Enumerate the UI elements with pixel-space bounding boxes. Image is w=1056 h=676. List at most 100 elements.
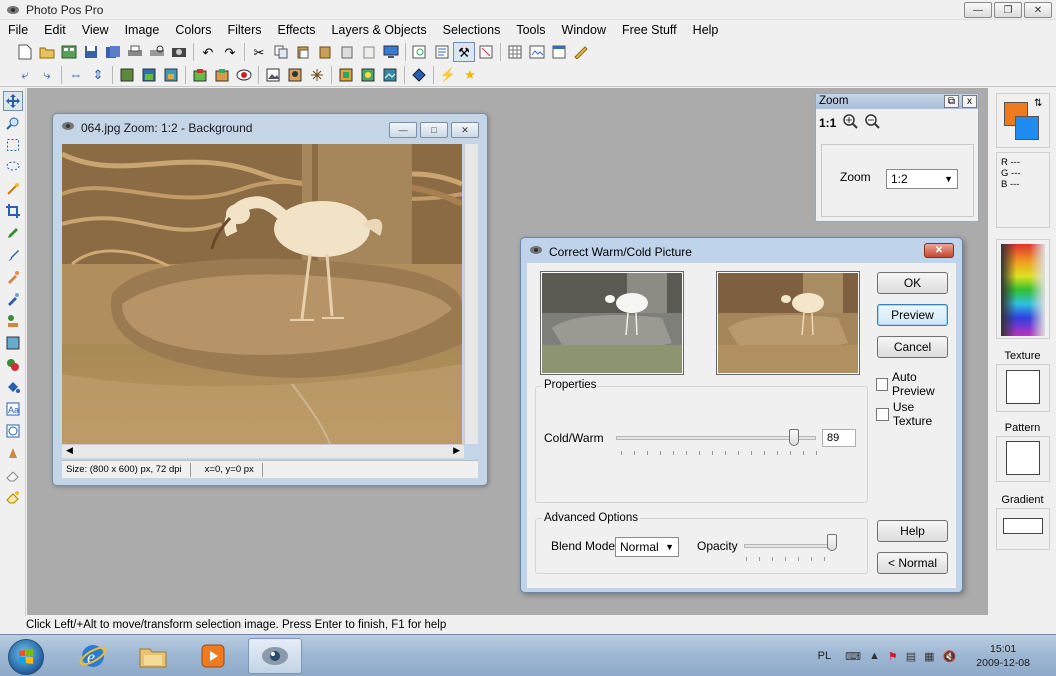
crop-icon[interactable] — [160, 65, 182, 85]
use-texture-checkbox[interactable]: Use Texture — [876, 400, 956, 428]
menu-layers-objects[interactable]: Layers & Objects — [323, 20, 434, 40]
rotate-left-icon[interactable]: ⤶ — [14, 65, 36, 85]
brush-icon[interactable] — [3, 245, 23, 265]
cut-icon[interactable]: ✂ — [248, 42, 270, 62]
ok-button[interactable]: OK — [877, 272, 948, 294]
smudge-icon[interactable] — [3, 443, 23, 463]
flip-horizontal-icon[interactable]: ⇔ — [65, 65, 87, 85]
save-all-icon[interactable] — [102, 42, 124, 62]
pin-icon[interactable]: ⧉ — [944, 95, 959, 108]
paste-new-icon[interactable] — [314, 42, 336, 62]
ruler-icon[interactable] — [570, 42, 592, 62]
sharpen-icon[interactable] — [408, 65, 430, 85]
zoom-window-icon[interactable] — [409, 42, 431, 62]
action-center-icon[interactable]: ⚑ — [888, 650, 898, 663]
preview-button[interactable]: Preview — [877, 304, 948, 326]
undo-icon[interactable]: ↶ — [197, 42, 219, 62]
menu-view[interactable]: View — [74, 20, 117, 40]
doc-close-button[interactable]: ✕ — [451, 122, 479, 138]
doc-minimize-button[interactable]: — — [389, 122, 417, 138]
stamp-icon[interactable] — [3, 311, 23, 331]
menu-image[interactable]: Image — [117, 20, 168, 40]
browse-icon[interactable] — [58, 42, 80, 62]
zoom-select[interactable]: 1:2 ▼ — [886, 169, 958, 189]
adjust-icon[interactable] — [357, 65, 379, 85]
photo-pos-icon[interactable] — [248, 638, 302, 674]
pattern-swatch[interactable] — [1006, 441, 1040, 475]
scroll-right-icon[interactable]: ▶ — [453, 445, 460, 456]
eraser-icon[interactable] — [3, 465, 23, 485]
zoom-in-icon[interactable] — [842, 113, 859, 132]
shape-icon[interactable] — [3, 421, 23, 441]
zoom-tool-icon[interactable] — [3, 113, 23, 133]
vertical-scrollbar[interactable] — [464, 144, 478, 444]
scroll-left-icon[interactable]: ◀ — [66, 445, 73, 456]
zoom-1to1-button[interactable]: 1:1 — [819, 116, 836, 130]
menu-file[interactable]: File — [0, 20, 36, 40]
explorer-icon[interactable] — [126, 638, 180, 674]
paste-icon[interactable] — [292, 42, 314, 62]
menu-colors[interactable]: Colors — [167, 20, 219, 40]
swap-colors-icon[interactable]: ⇅ — [1034, 98, 1042, 109]
volume-muted-icon[interactable]: 🔇 — [943, 650, 957, 663]
opacity-slider-thumb[interactable] — [827, 534, 837, 551]
move-icon[interactable] — [2, 91, 23, 111]
menu-tools[interactable]: Tools — [508, 20, 553, 40]
cancel-button[interactable]: Cancel — [877, 336, 948, 358]
blend-mode-select[interactable]: Normal ▼ — [615, 537, 679, 557]
clone-icon[interactable] — [3, 289, 23, 309]
horizontal-scrollbar[interactable]: ◀ ▶ — [62, 444, 464, 458]
texture-swatch[interactable] — [1006, 370, 1040, 404]
clear-icon[interactable] — [358, 42, 380, 62]
crop-tool-icon[interactable] — [3, 201, 23, 221]
text-icon[interactable]: Aa — [3, 399, 23, 419]
media-player-icon[interactable] — [186, 638, 240, 674]
ie-icon[interactable]: e — [66, 638, 120, 674]
lightning-icon[interactable]: ⚡ — [437, 65, 459, 85]
network-icon[interactable]: ▦ — [924, 650, 934, 663]
fill-icon[interactable] — [3, 377, 23, 397]
rotate-right-icon[interactable]: ⤷ — [36, 65, 58, 85]
background-color[interactable] — [1015, 116, 1039, 140]
gradient-swatch[interactable] — [1003, 518, 1043, 534]
layer-merge-icon[interactable] — [211, 65, 233, 85]
save-icon[interactable] — [80, 42, 102, 62]
red-eye-icon[interactable] — [233, 65, 255, 85]
keyboard-icon[interactable]: ⌨ — [845, 650, 861, 663]
normal-button[interactable]: < Normal — [877, 552, 948, 574]
layers-panel-icon[interactable] — [548, 42, 570, 62]
airbrush-icon[interactable] — [3, 267, 23, 287]
image-canvas[interactable] — [62, 144, 462, 444]
magic-wand-icon[interactable] — [3, 179, 23, 199]
language-indicator[interactable]: PL — [818, 650, 831, 662]
menu-filters[interactable]: Filters — [219, 20, 269, 40]
pencil-icon[interactable] — [3, 223, 23, 243]
properties-icon[interactable] — [431, 42, 453, 62]
flip-vertical-icon[interactable]: ⇕ — [87, 65, 109, 85]
screen-capture-icon[interactable] — [380, 42, 402, 62]
settings-icon[interactable] — [475, 42, 497, 62]
zoom-out-icon[interactable] — [864, 113, 881, 132]
effects-icon[interactable] — [306, 65, 328, 85]
menu-selections[interactable]: Selections — [435, 20, 509, 40]
color-balance-icon[interactable] — [335, 65, 357, 85]
clock[interactable]: 15:01 2009-12-08 — [976, 642, 1030, 670]
cold-warm-slider-thumb[interactable] — [789, 429, 799, 446]
menu-help[interactable]: Help — [685, 20, 727, 40]
help-button[interactable]: Help — [877, 520, 948, 542]
dialog-close-button[interactable]: ✕ — [924, 243, 954, 258]
minimize-button[interactable]: — — [964, 2, 992, 18]
redo-icon[interactable]: ↷ — [219, 42, 241, 62]
print-preview-icon[interactable] — [146, 42, 168, 62]
scan-icon[interactable] — [168, 42, 190, 62]
copy-icon[interactable] — [270, 42, 292, 62]
start-button[interactable] — [8, 639, 44, 675]
star-icon[interactable]: ★ — [459, 65, 481, 85]
tools-icon[interactable]: ⚒ — [453, 42, 475, 62]
frame-icon[interactable] — [262, 65, 284, 85]
image-size-icon[interactable] — [138, 65, 160, 85]
close-button[interactable]: ✕ — [1024, 2, 1052, 18]
rect-select-icon[interactable] — [3, 135, 23, 155]
print-icon[interactable] — [124, 42, 146, 62]
enhance-icon[interactable] — [379, 65, 401, 85]
